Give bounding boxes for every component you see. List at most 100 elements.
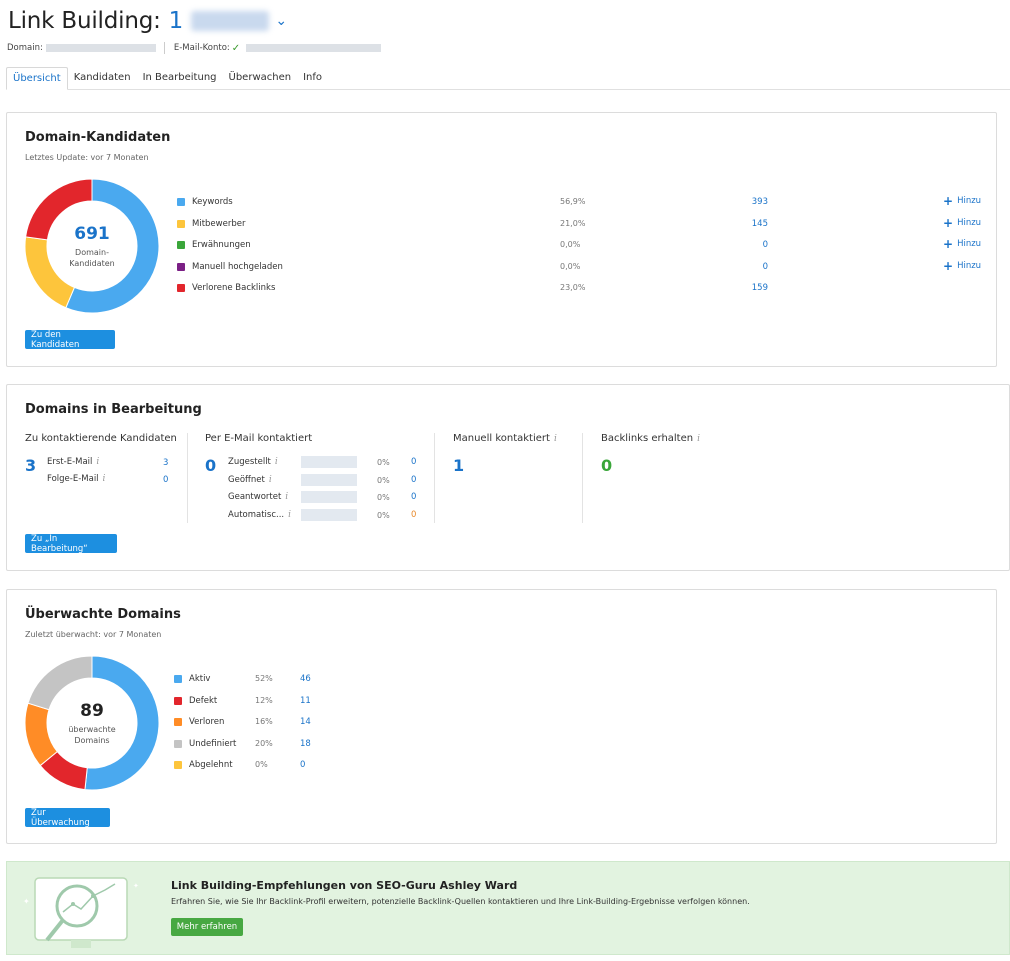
add-label: Hinzu [957,239,982,249]
legend-label: Mitbewerber [192,218,246,229]
email-status-percent: 0% [377,458,390,467]
legend-value[interactable]: 0 [300,760,305,770]
promo-title: Link Building-Empfehlungen von SEO-Guru … [171,879,518,892]
monitored-title: Überwachte Domains [25,607,181,622]
legend-value[interactable]: 18 [300,739,311,749]
email-status-value[interactable]: 0 [411,492,416,502]
column-divider [434,433,435,523]
check-icon: ✓ [231,42,241,54]
tab-bar: Übersicht Kandidaten In Bearbeitung Über… [6,67,1010,90]
candidates-donut-center: 691 Domain- Kandidaten [25,179,159,313]
monitored-donut: 89 überwachte Domains [24,655,160,791]
info-icon: i [102,474,106,484]
email-status-value[interactable]: 0 [411,457,416,467]
legend-value[interactable]: 46 [300,674,311,684]
legend-item: Verloren [174,716,224,728]
svg-text:✦: ✦ [23,897,30,906]
email-status-value[interactable]: 0 [411,475,416,485]
legend-swatch [174,718,182,726]
candidates-subtitle: Letztes Update: vor 7 Monaten [25,153,149,162]
candidates-total-label: Domain- Kandidaten [69,247,115,269]
legend-label: Aktiv [189,674,211,684]
legend-swatch [177,284,185,292]
to-monitoring-button[interactable]: Zur Überwachung [25,808,110,828]
backlinks-total[interactable]: 0 [601,456,612,475]
legend-label: Abgelehnt [189,760,233,770]
legend-item: Keywords [177,196,233,208]
legend-value[interactable]: 159 [752,283,768,293]
to-contact-total[interactable]: 3 [25,456,36,475]
email-status-bar [301,508,357,521]
plus-icon: + [943,237,954,251]
legend-item: Aktiv [174,673,210,685]
legend-swatch [174,675,182,683]
manual-total[interactable]: 1 [453,456,464,475]
domain-value-redacted [45,44,156,52]
info-icon: i [697,434,700,444]
email-status-label: Automatisc... i [228,509,292,520]
tab-info[interactable]: Info [297,67,328,90]
email-status-value[interactable]: 0 [411,510,416,520]
legend-value[interactable]: 0 [763,240,768,250]
followup-email-value[interactable]: 0 [163,475,168,485]
info-icon: i [285,492,289,502]
email-status-label: Zugestellt i [228,457,278,467]
tab-in-progress[interactable]: In Bearbeitung [137,67,223,90]
email-status-label: Geöffnet i [228,474,272,485]
add-button[interactable]: + Hinzu [943,237,982,251]
column-divider [582,433,583,523]
email-status-bar [301,473,357,486]
legend-label: Verloren [189,717,225,727]
info-icon: i [268,474,272,485]
backlinks-heading: Backlinks erhalten i [601,433,700,444]
monitored-total-label-2: Domains [74,735,110,745]
tab-monitor[interactable]: Überwachen [223,67,298,90]
project-selector[interactable]: 1 [169,8,184,34]
chevron-down-icon[interactable]: ⌄ [275,13,287,29]
to-candidates-button[interactable]: Zu den Kandidaten [25,330,115,350]
info-icon: i [553,434,557,444]
legend-percent: 52% [255,674,273,683]
legend-value[interactable]: 11 [300,696,311,706]
legend-value[interactable]: 393 [752,197,768,207]
emailed-total[interactable]: 0 [205,456,216,475]
monitored-card: Überwachte Domains Zuletzt überwacht: vo… [6,589,997,844]
email-status-bar [301,456,357,468]
legend-item: Defekt [174,695,217,707]
page-title: Link Building: [8,8,161,34]
legend-value[interactable]: 145 [752,219,768,229]
legend-value[interactable]: 14 [300,717,311,727]
add-button[interactable]: + Hinzu [943,260,981,272]
add-label: Hinzu [957,217,982,228]
legend-label: Erwähnungen [192,240,251,250]
legend-value[interactable]: 0 [763,262,768,272]
legend-percent: 0,0% [560,240,581,249]
candidates-title: Domain-Kandidaten [25,130,171,145]
promo-text: Erfahren Sie, wie Sie Ihr Backlink-Profi… [171,897,750,906]
followup-email-label: Folge-E-Mail i [47,474,106,484]
plus-icon: + [943,215,954,230]
manual-heading: Manuell kontaktiert i [453,433,557,444]
add-button[interactable]: + Hinzu [943,194,981,208]
project-name-redacted[interactable] [191,11,270,31]
tab-candidates[interactable]: Kandidaten [68,67,137,90]
add-button[interactable]: + Hinzu [943,215,982,230]
legend-percent: 56,9% [560,197,586,206]
monitored-total-label: überwachte Domains [68,724,115,746]
learn-more-button[interactable]: Mehr erfahren [171,918,243,936]
candidates-card: Domain-Kandidaten Letztes Update: vor 7 … [6,112,997,367]
email-status-bar [301,491,357,503]
first-email-value[interactable]: 3 [163,458,168,468]
legend-percent: 16% [255,717,273,726]
email-status-percent: 0% [377,493,390,502]
legend-swatch [177,198,185,206]
plus-icon: + [943,194,954,208]
legend-percent: 20% [255,738,273,748]
tab-overview[interactable]: Übersicht [6,67,68,90]
to-in-progress-button[interactable]: Zu „In Bearbeitung“ [25,534,117,554]
column-divider [187,433,188,523]
page-header: Link Building: 1 ⌄ [8,6,287,36]
first-email-label: Erst-E-Mail i [47,457,100,467]
divider [163,42,165,54]
candidates-total-label-1: Domain- [75,247,109,257]
